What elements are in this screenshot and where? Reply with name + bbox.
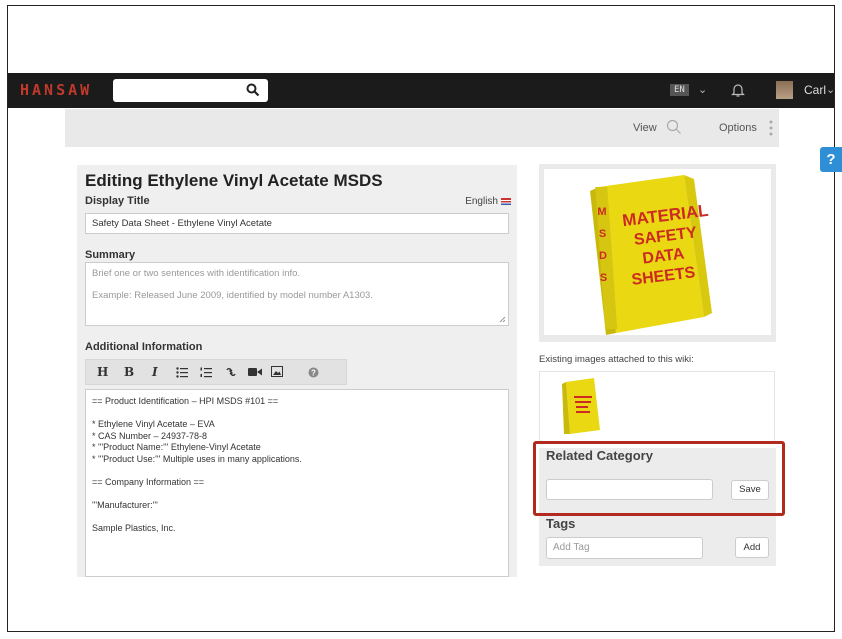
bullet-list-icon[interactable] [176, 367, 188, 378]
logo[interactable]: HANSAW [20, 81, 92, 99]
content-line: == Product Identification – HPI MSDS #10… [92, 396, 279, 406]
tags-title: Tags [546, 516, 576, 531]
user-menu[interactable]: Carl [804, 83, 826, 97]
search-icon[interactable] [246, 83, 260, 97]
language-selector[interactable]: EN [670, 84, 689, 96]
summary-label: Summary [85, 249, 136, 261]
msds-binder-image: MATERIALSAFETYDATASHEETS MSDS [590, 175, 712, 335]
bell-icon[interactable] [731, 82, 745, 98]
content-line: == Company Information == [92, 476, 205, 487]
page-title: Editing Ethylene Vinyl Acetate MSDS [85, 171, 383, 190]
summary-placeholder-line: Example: Released June 2009, identified … [92, 290, 373, 301]
binder-spine-letter: S [599, 228, 606, 240]
summary-textarea[interactable]: Brief one or two sentences with identifi… [85, 262, 509, 326]
more-vertical-icon[interactable] [769, 120, 773, 136]
additional-info-textarea[interactable]: == Product Identification – HPI MSDS #10… [85, 389, 509, 577]
main-image-panel: MATERIAL SAFETY DATA SHEETS MSDS [539, 164, 776, 342]
main-image[interactable]: MATERIAL SAFETY DATA SHEETS MSDS [544, 169, 771, 335]
options-button[interactable]: Options [719, 122, 757, 134]
us-flag-icon [501, 197, 511, 205]
editor-toolbar: H B I ? [85, 359, 347, 385]
chevron-down-icon[interactable]: ⌄ [698, 83, 707, 96]
heading-button[interactable]: H [97, 365, 108, 379]
content-line: Sample Plastics, Inc. [92, 522, 176, 533]
avatar[interactable] [776, 81, 793, 99]
help-button[interactable]: ? [820, 147, 842, 172]
content-line [92, 465, 502, 477]
bold-button[interactable]: B [124, 365, 134, 379]
svg-text:?: ? [311, 368, 316, 377]
help-circle-icon[interactable]: ? [308, 367, 319, 378]
italic-button[interactable]: I [152, 365, 158, 379]
numbered-list-icon[interactable] [200, 367, 212, 378]
binder-spine-letter: S [600, 272, 607, 284]
add-tag-button[interactable]: Add [735, 537, 769, 558]
additional-info-label: Additional Information [85, 341, 203, 353]
binder-spine-letter: M [597, 206, 606, 218]
display-title-input[interactable]: Safety Data Sheet - Ethylene Vinyl Aceta… [85, 213, 509, 234]
content-line [92, 488, 502, 500]
content-line: * CAS Number – 24937-78-8 [92, 430, 208, 441]
chevron-down-icon[interactable]: ⌄ [826, 83, 835, 96]
content-line: * '''Product Name:''' Ethylene-Vinyl Ace… [92, 442, 261, 452]
add-tag-placeholder: Add Tag [553, 542, 590, 553]
language-indicator[interactable]: English [465, 196, 511, 207]
language-name: English [465, 196, 498, 207]
page-toolbar: View Options [65, 109, 779, 147]
view-button[interactable]: View [633, 122, 657, 134]
image-icon[interactable] [271, 366, 283, 377]
search-icon[interactable] [666, 119, 682, 135]
resize-handle-icon[interactable] [499, 316, 506, 323]
search-input[interactable] [113, 79, 268, 102]
msds-binder-thumbnail[interactable] [560, 378, 602, 434]
content-line: * '''Product Use:''' Multiple uses in ma… [92, 453, 302, 464]
content-line [92, 511, 502, 523]
add-tag-input[interactable]: Add Tag [546, 537, 703, 559]
editor-panel: Editing Ethylene Vinyl Acetate MSDS Disp… [77, 165, 517, 577]
binder-spine-letter: D [599, 250, 607, 262]
link-icon[interactable] [225, 366, 237, 378]
content-line: '''Manufacturer:''' [92, 499, 158, 510]
display-title-label: Display Title [85, 195, 150, 207]
top-nav: HANSAW EN ⌄ Carl ⌄ [8, 73, 835, 108]
highlight-box [533, 441, 785, 516]
content-line: * Ethylene Vinyl Acetate – EVA [92, 419, 215, 429]
existing-images-panel [539, 371, 775, 444]
existing-images-label: Existing images attached to this wiki: [539, 354, 694, 365]
content-line [92, 408, 502, 420]
video-icon[interactable] [248, 367, 262, 377]
summary-placeholder-line: Brief one or two sentences with identifi… [92, 268, 301, 279]
